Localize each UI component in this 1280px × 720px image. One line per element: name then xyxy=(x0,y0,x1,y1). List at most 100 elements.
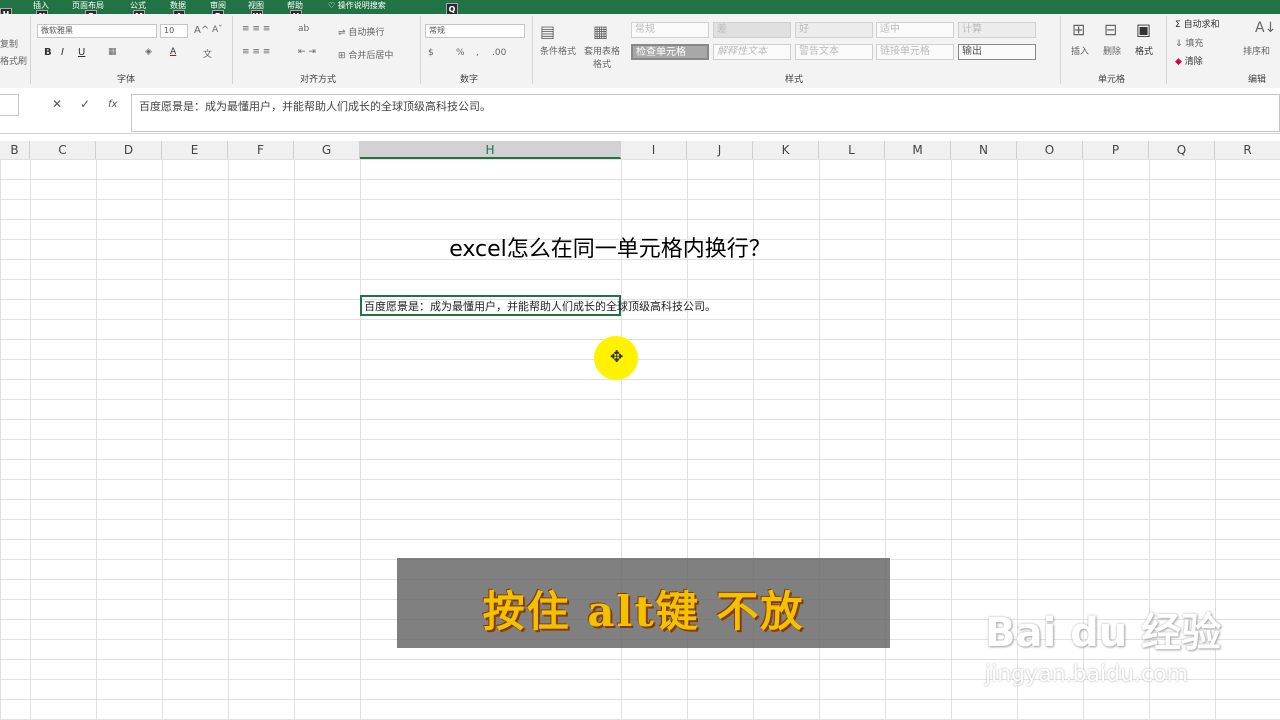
orientation-icon[interactable]: ab xyxy=(298,24,309,34)
border-icon[interactable]: ▦ xyxy=(108,47,117,57)
column-header[interactable]: O xyxy=(1017,141,1083,159)
column-header[interactable]: Q xyxy=(1149,141,1215,159)
comma-icon[interactable]: , xyxy=(476,48,479,58)
divider xyxy=(1166,16,1167,84)
caption-overlay: 按住 alt键 不放 xyxy=(397,558,890,648)
number-format-combo[interactable]: 常规 xyxy=(425,24,525,38)
autosum-button[interactable]: Σ 自动求和 xyxy=(1175,17,1220,30)
cancel-icon[interactable]: ✕ xyxy=(52,97,62,111)
divider xyxy=(30,16,31,84)
font-size-combo[interactable]: 10 xyxy=(160,24,188,38)
column-header[interactable]: I xyxy=(621,141,687,159)
style-bad[interactable]: 差 xyxy=(713,22,791,38)
divider xyxy=(1060,16,1061,84)
ribbon: 复制 格式刷 微软雅黑 10 A^ Aˇ B I U ▦ ◈ A 文 字体 ≡ … xyxy=(0,14,1280,89)
insert-cells-button[interactable]: 插入 xyxy=(1071,44,1089,57)
currency-icon[interactable]: $ xyxy=(428,48,434,58)
ribbon-tab-bar: 插入 页面布局 公式 数据 审阅 视图 帮助 ♡ 操作说明搜索 xyxy=(0,0,1280,14)
align-left-icon[interactable]: ≡ ≡ ≡ xyxy=(242,47,270,57)
alignment-group-label: 对齐方式 xyxy=(300,75,337,85)
style-warning[interactable]: 警告文本 xyxy=(795,44,873,60)
tell-me-search[interactable]: ♡ 操作说明搜索 xyxy=(328,0,386,14)
column-header[interactable]: D xyxy=(96,141,162,159)
formula-bar: ✕ ✓ fx 百度愿景是：成为最懂用户，并能帮助人们成长的全球顶级高科技公司。 xyxy=(0,88,1280,134)
column-header[interactable]: N xyxy=(951,141,1017,159)
column-header-selected[interactable]: H xyxy=(360,141,621,159)
column-header[interactable]: R xyxy=(1215,141,1280,159)
gridline xyxy=(228,159,229,720)
increase-font-icon[interactable]: A^ xyxy=(194,25,209,36)
font-color-icon[interactable]: A xyxy=(170,47,176,57)
column-header[interactable]: E xyxy=(162,141,228,159)
clear-button[interactable]: ◆ 清除 xyxy=(1175,54,1203,67)
column-header[interactable]: J xyxy=(687,141,753,159)
insert-function-button[interactable]: fx xyxy=(108,99,117,110)
align-top-icon[interactable]: ≡ ≡ ≡ xyxy=(242,24,270,34)
active-cell-text: 百度愿景是：成为最懂用户，并能帮助人们成长的全球顶级高科技公司。 xyxy=(364,300,716,313)
eraser-icon: ◆ xyxy=(1175,57,1182,67)
caption-text: 按住 alt键 不放 xyxy=(482,587,805,636)
merge-center-button[interactable]: ⊞ 合并后居中 xyxy=(338,48,393,61)
style-output[interactable]: 输出 xyxy=(958,44,1036,60)
gridline xyxy=(294,159,295,720)
sigma-icon: Σ xyxy=(1175,20,1181,30)
underline-button[interactable]: U xyxy=(78,47,85,58)
copy-button[interactable]: 复制 xyxy=(0,37,18,50)
column-header[interactable]: G xyxy=(294,141,360,159)
conditional-format-icon: ▤ xyxy=(540,22,556,41)
column-header[interactable]: C xyxy=(30,141,96,159)
percent-button[interactable]: % xyxy=(456,48,465,58)
phonetic-icon[interactable]: 文 xyxy=(203,47,212,60)
decrease-font-icon[interactable]: Aˇ xyxy=(212,25,223,35)
column-header[interactable]: P xyxy=(1083,141,1149,159)
lightbulb-icon: ♡ xyxy=(328,1,336,10)
delete-cells-icon: ⊟ xyxy=(1104,20,1118,39)
font-name-combo[interactable]: 微软雅黑 xyxy=(37,24,157,38)
insert-cells-icon: ⊞ xyxy=(1072,20,1086,39)
font-group-label: 字体 xyxy=(117,75,136,85)
styles-group-label: 样式 xyxy=(785,75,804,85)
baidu-watermark-url: jingyan.baidu.com xyxy=(985,662,1189,687)
column-header[interactable]: M xyxy=(885,141,951,159)
format-painter-button[interactable]: 格式刷 xyxy=(0,54,27,67)
conditional-format-button[interactable]: 条件格式 xyxy=(540,44,576,57)
column-header[interactable]: F xyxy=(228,141,294,159)
number-group-label: 数字 xyxy=(460,75,479,85)
sort-icon: A↓ xyxy=(1255,20,1277,36)
style-good[interactable]: 好 xyxy=(795,22,873,38)
gridline xyxy=(30,159,31,720)
mouse-cursor-highlight: ✥ xyxy=(594,336,638,380)
indent-icon[interactable]: ⇤ ⇥ xyxy=(298,47,316,57)
bold-button[interactable]: B xyxy=(44,47,52,58)
table-format-button[interactable]: 套用表格格式 xyxy=(584,44,620,70)
baidu-watermark-logo: Bai du 经验 xyxy=(985,610,1222,656)
format-cells-button[interactable]: 格式 xyxy=(1135,44,1153,57)
style-normal[interactable]: 常规 xyxy=(631,22,709,38)
delete-cells-button[interactable]: 删除 xyxy=(1103,44,1121,57)
style-neutral[interactable]: 适中 xyxy=(876,22,954,38)
fill-color-icon[interactable]: ◈ xyxy=(145,47,152,57)
divider xyxy=(232,16,233,84)
table-format-icon: ▦ xyxy=(593,22,609,41)
fill-button[interactable]: ⇓ 填充 xyxy=(1175,36,1203,49)
style-check-cell[interactable]: 检查单元格 xyxy=(631,44,709,60)
column-header[interactable]: K xyxy=(753,141,819,159)
style-calculation[interactable]: 计算 xyxy=(958,22,1036,38)
style-explanatory[interactable]: 解释性文本 xyxy=(713,44,791,60)
italic-button[interactable]: I xyxy=(61,47,64,58)
column-header-b[interactable]: B xyxy=(0,141,30,159)
divider xyxy=(532,16,533,84)
enter-icon[interactable]: ✓ xyxy=(80,97,90,111)
editing-group-label: 编辑 xyxy=(1248,75,1267,85)
wrap-text-button[interactable]: ⇌ 自动换行 xyxy=(338,25,384,38)
name-box[interactable] xyxy=(0,94,19,116)
sort-filter-button[interactable]: 排序和 xyxy=(1243,44,1270,57)
cells-group-label: 单元格 xyxy=(1098,75,1126,85)
column-headers: B C D E F G H I J K L M N O P Q R xyxy=(0,141,1280,160)
decimal-icon[interactable]: .00 xyxy=(492,48,506,58)
sheet-title: excel怎么在同一单元格内换行？ xyxy=(449,237,771,262)
formula-input[interactable]: 百度愿景是：成为最懂用户，并能帮助人们成长的全球顶级高科技公司。 xyxy=(131,94,1280,132)
column-header[interactable]: L xyxy=(819,141,885,159)
divider xyxy=(420,16,421,84)
style-linked-cell[interactable]: 链接单元格 xyxy=(876,44,954,60)
